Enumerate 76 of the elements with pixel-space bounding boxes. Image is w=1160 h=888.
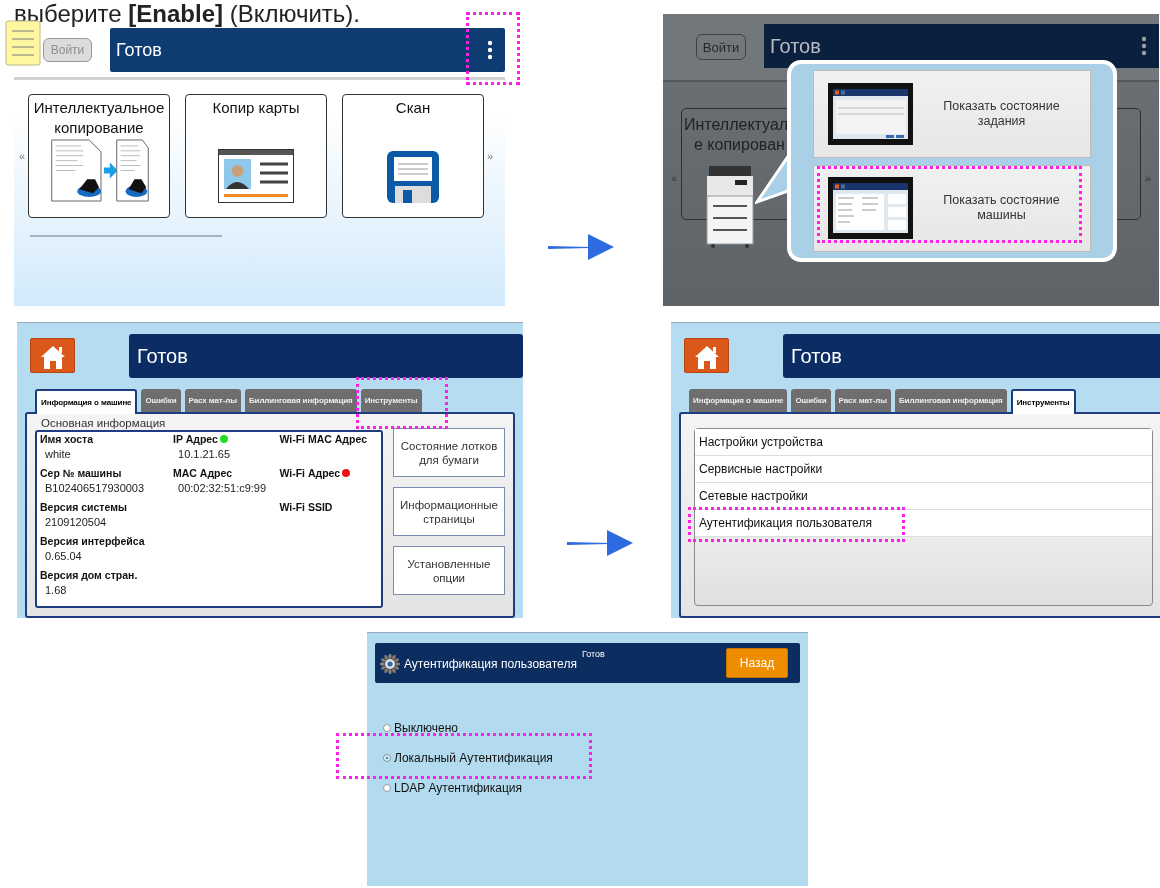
tab[interactable]: Ошибки — [791, 389, 831, 412]
radio-button[interactable] — [383, 754, 391, 762]
option-label: Показать состояние машины — [942, 193, 1061, 224]
back-button[interactable]: Назад — [726, 648, 788, 678]
previous-page-button[interactable]: « — [16, 150, 28, 162]
tab[interactable]: Информация о машине — [35, 389, 138, 414]
tile-label: Скан — [394, 98, 432, 118]
menu-option[interactable]: Показать состояние машины — [813, 164, 1091, 252]
next-page-button[interactable]: » — [1145, 172, 1152, 184]
arrow-icon — [567, 528, 633, 558]
field-label: Wi-Fi Адрес — [279, 467, 341, 479]
radio-button[interactable] — [383, 784, 391, 792]
status-title: Готов — [137, 344, 188, 368]
menu-option[interactable]: Показать состояние задания — [813, 70, 1091, 158]
side-button[interactable]: Информационные страницы — [393, 487, 505, 536]
tile-label: Копир карты — [211, 98, 301, 118]
field-label: Сер № машины — [40, 467, 122, 479]
tab[interactable]: Инструменты — [360, 389, 422, 412]
more-icon — [1141, 36, 1147, 56]
home-button[interactable] — [684, 338, 729, 373]
instruction-text: выберите [Enable] (Включить). — [14, 0, 361, 28]
tab[interactable]: Ошибки — [141, 389, 181, 412]
field-label: IP Адрес — [173, 433, 218, 445]
field-value: white — [44, 448, 72, 460]
field-value: 1.68 — [44, 584, 68, 596]
tab[interactable]: Биллинговая информация — [894, 389, 1007, 412]
section-title: Основная информация — [41, 417, 167, 429]
login-button[interactable]: Войти — [696, 34, 746, 60]
field-label: Wi-Fi SSID — [279, 501, 333, 513]
tab[interactable]: Биллинговая информация — [244, 389, 357, 412]
function-tile[interactable]: Скан — [342, 94, 484, 218]
arrow-icon — [548, 232, 614, 262]
status-title: Готов — [116, 39, 162, 61]
list-item[interactable]: Настройки устройства — [695, 429, 1152, 456]
field-value: 0.65.04 — [44, 550, 83, 562]
status-text: Готов — [581, 649, 605, 659]
id-card-icon — [218, 149, 294, 203]
menu-button[interactable] — [485, 40, 495, 60]
tile-label: е копирован — [694, 135, 785, 155]
previous-page-button[interactable]: « — [671, 172, 678, 184]
tab[interactable]: Расх мат-лы — [834, 389, 891, 412]
function-tile[interactable]: Интеллектуальное копирование — [28, 94, 170, 218]
tile-label: Интеллектуал — [684, 115, 789, 135]
option-label: LDAP Аутентификация — [394, 781, 523, 795]
field-value: 10.1.21.65 — [177, 448, 232, 460]
side-button[interactable]: Установленные опции — [393, 546, 505, 595]
tab[interactable]: Информация о машине — [689, 389, 788, 412]
field-label: Версия системы — [40, 501, 127, 513]
next-page-button[interactable]: » — [484, 150, 496, 162]
field-label: MAC Адрес — [173, 467, 233, 479]
field-label: Имя хоста — [40, 433, 94, 445]
field-value: B102406517930003 — [44, 482, 146, 494]
list-item[interactable]: Аутентификация пользователя — [695, 510, 1152, 537]
side-button[interactable]: Состояние лотков для бумаги — [393, 428, 505, 477]
field-label: Wi-Fi MAC Адрес — [279, 433, 367, 445]
option-label: Показать состояние задания — [942, 98, 1061, 129]
screen-title: Аутентификация пользователя — [404, 657, 577, 671]
tab[interactable]: Расх мат-лы — [184, 389, 241, 412]
field-value: 00:02:32:51:c9:99 — [177, 482, 268, 494]
field-label: Версия интерфейса — [40, 535, 145, 547]
list-item[interactable]: Сетевые настройки — [695, 483, 1152, 510]
home-button[interactable] — [30, 338, 75, 373]
more-icon — [487, 40, 493, 60]
tile-label: Интеллектуальное копирование — [32, 98, 166, 138]
field-label: Версия дом стран. — [40, 569, 138, 581]
field-value: 2109120504 — [44, 516, 108, 528]
gear-icon — [380, 654, 400, 674]
status-title: Готов — [770, 34, 821, 58]
status-title: Готов — [791, 344, 842, 368]
list-item[interactable]: Сервисные настройки — [695, 456, 1152, 483]
option-label: Локальный Аутентификация — [394, 751, 553, 765]
tab[interactable]: Инструменты — [1010, 389, 1076, 414]
option-label: Выключено — [394, 721, 458, 735]
function-tile[interactable]: Копир карты — [185, 94, 327, 218]
radio-button[interactable] — [383, 724, 391, 732]
login-button[interactable]: Войти — [43, 38, 92, 62]
